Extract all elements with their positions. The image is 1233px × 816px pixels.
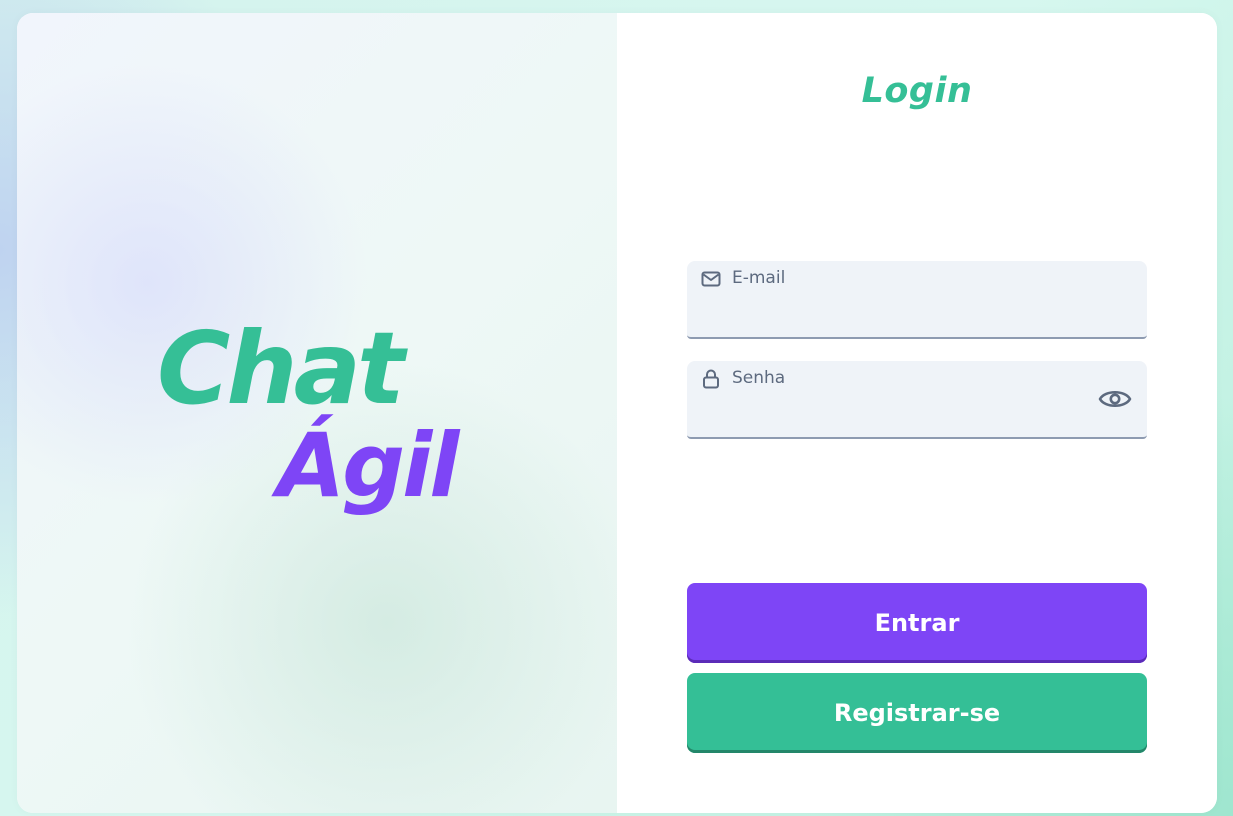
logo-line2: Ágil [271,414,461,517]
login-title: Login [861,71,973,111]
logo-chat-wordmark: Chat [157,310,412,427]
register-button[interactable]: Registrar-se [687,673,1147,753]
brand-panel: Chat Ágil [17,13,617,813]
chat-agil-logo: Chat Ágil [152,298,492,538]
mail-icon [701,269,721,289]
email-label: E-mail [732,268,786,288]
email-field[interactable]: E-mail [687,261,1147,339]
login-panel: Login E-mail Senha Entrar Registrar-se [617,13,1217,813]
show-password-toggle[interactable] [1097,383,1133,415]
eye-icon [1098,390,1132,408]
logo-line1: Chat [157,310,408,427]
password-input[interactable] [732,395,1092,425]
password-field[interactable]: Senha [687,361,1147,439]
email-input[interactable] [732,295,1092,325]
login-button[interactable]: Entrar [687,583,1147,663]
logo-agil-wordmark: Ágil [271,414,464,517]
password-label: Senha [732,368,786,388]
login-card: Chat Ágil Login E-mail Senha Entrar Regi… [17,13,1217,813]
lock-icon [701,369,721,389]
